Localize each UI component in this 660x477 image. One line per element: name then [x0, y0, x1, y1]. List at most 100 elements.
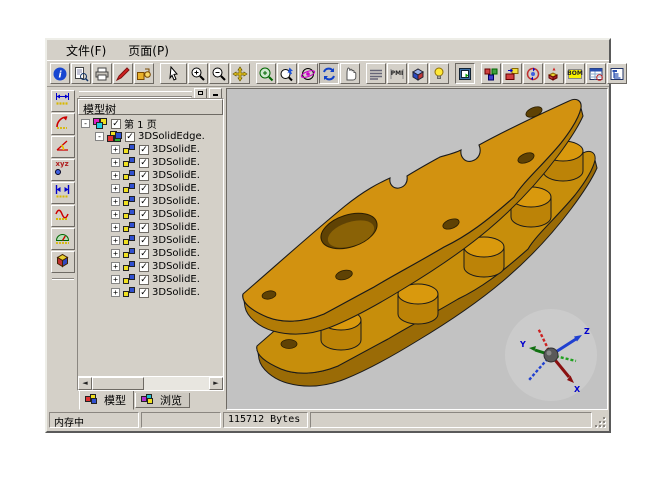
tree-label[interactable]: 3DSolidE. — [152, 248, 200, 259]
checkbox-checked[interactable]: ✓ — [139, 197, 149, 207]
expand-icon[interactable]: + — [111, 184, 120, 193]
dim-radius-button[interactable] — [51, 113, 75, 135]
move-part-button[interactable] — [502, 63, 522, 84]
tree-row-assembly[interactable]: - ✓ 3DSolidEdge. — [78, 130, 223, 143]
lighting-button[interactable] — [429, 63, 449, 84]
tree-row-solid[interactable]: + ✓ 3DSolidE. — [78, 286, 223, 299]
tree-label[interactable]: 第 1 页 — [124, 116, 157, 131]
tree-label[interactable]: 3DSolidEdge. — [138, 131, 205, 142]
expand-icon[interactable]: + — [111, 262, 120, 271]
axis-indicator[interactable]: Z X Y — [505, 309, 597, 401]
checkbox-checked[interactable]: ✓ — [139, 171, 149, 181]
export-button[interactable] — [134, 63, 154, 84]
assembly-parts-button[interactable] — [481, 63, 501, 84]
bom-button[interactable]: BOM — [565, 63, 585, 84]
dim-coordinate-button[interactable]: xyz — [51, 159, 75, 181]
tree-row-solid[interactable]: + ✓ 3DSolidE. — [78, 182, 223, 195]
checkbox-checked[interactable]: ✓ — [139, 184, 149, 194]
pane-gripper[interactable] — [77, 88, 224, 98]
dim-distance-button[interactable] — [51, 182, 75, 204]
dim-curve-button[interactable] — [51, 205, 75, 227]
checkbox-checked[interactable]: ✓ — [139, 145, 149, 155]
pan-button[interactable] — [230, 63, 250, 84]
tree-row-solid[interactable]: + ✓ 3DSolidE. — [78, 260, 223, 273]
checkbox-checked[interactable]: ✓ — [139, 158, 149, 168]
tab-browse[interactable]: 浏览 — [135, 393, 190, 408]
tree-label[interactable]: 3DSolidE. — [152, 287, 200, 298]
scroll-thumb[interactable] — [92, 377, 144, 390]
zoom-out-button[interactable] — [209, 63, 229, 84]
parts-list-button[interactable] — [586, 63, 606, 84]
tree-row-solid[interactable]: + ✓ 3DSolidE. — [78, 247, 223, 260]
tree-row-solid[interactable]: + ✓ 3DSolidE. — [78, 156, 223, 169]
tree-label[interactable]: 3DSolidE. — [152, 222, 200, 233]
checkbox-checked[interactable]: ✓ — [139, 249, 149, 259]
tree-row-solid[interactable]: + ✓ 3DSolidE. — [78, 169, 223, 182]
checkbox-checked[interactable]: ✓ — [139, 210, 149, 220]
tree-row-solid[interactable]: + ✓ 3DSolidE. — [78, 208, 223, 221]
markup-pen-button[interactable] — [113, 63, 133, 84]
solid-box-button[interactable] — [51, 251, 75, 273]
layers-button[interactable] — [366, 63, 386, 84]
expand-icon[interactable]: + — [111, 223, 120, 232]
expand-icon[interactable]: + — [111, 249, 120, 258]
rotate-view-button[interactable] — [298, 63, 318, 84]
tree-row-solid[interactable]: + ✓ 3DSolidE. — [78, 273, 223, 286]
tree-label[interactable]: 3DSolidE. — [152, 157, 200, 168]
structure-tree-button[interactable] — [607, 63, 627, 84]
tree-label[interactable]: 3DSolidE. — [152, 261, 200, 272]
tree-label[interactable]: 3DSolidE. — [152, 274, 200, 285]
tree-label[interactable]: 3DSolidE. — [152, 209, 200, 220]
menu-file[interactable]: 文件(F) — [57, 40, 115, 61]
expand-icon[interactable]: + — [111, 171, 120, 180]
checkbox-checked[interactable]: ✓ — [139, 275, 149, 285]
scroll-track[interactable] — [92, 377, 209, 390]
resize-grip[interactable] — [594, 413, 607, 428]
checkbox-checked[interactable]: ✓ — [139, 288, 149, 298]
model-tree[interactable]: - ✓ 第 1 页 - ✓ 3DSolidEdge — [78, 115, 223, 376]
expand-icon[interactable]: + — [111, 288, 120, 297]
print-preview-button[interactable] — [71, 63, 91, 84]
checkbox-checked[interactable]: ✓ — [125, 132, 135, 142]
tree-hscrollbar[interactable]: ◄ ► — [78, 376, 223, 390]
checkbox-checked[interactable]: ✓ — [139, 262, 149, 272]
rotate-part-button[interactable] — [523, 63, 543, 84]
tree-label[interactable]: 3DSolidE. — [152, 183, 200, 194]
select-cursor-button[interactable] — [160, 63, 187, 84]
print-button[interactable] — [92, 63, 112, 84]
tree-row-page[interactable]: - ✓ 第 1 页 — [78, 117, 223, 130]
notebook-button[interactable] — [455, 63, 475, 84]
checkbox-checked[interactable]: ✓ — [139, 223, 149, 233]
dim-gauge-button[interactable] — [51, 228, 75, 250]
expand-icon[interactable]: + — [111, 275, 120, 284]
tree-label[interactable]: 3DSolidE. — [152, 144, 200, 155]
checkbox-checked[interactable]: ✓ — [139, 236, 149, 246]
menu-page[interactable]: 页面(P) — [119, 40, 178, 61]
scroll-right-button[interactable]: ► — [209, 377, 223, 390]
expand-icon[interactable]: + — [111, 145, 120, 154]
pan-hand-button[interactable] — [340, 63, 360, 84]
explode-button[interactable] — [544, 63, 564, 84]
collapse-icon[interactable]: - — [95, 132, 104, 141]
zoom-window-button[interactable] — [256, 63, 276, 84]
tree-row-solid[interactable]: + ✓ 3DSolidE. — [78, 221, 223, 234]
dim-angle-button[interactable] — [51, 136, 75, 158]
tree-row-solid[interactable]: + ✓ 3DSolidE. — [78, 234, 223, 247]
tree-row-solid[interactable]: + ✓ 3DSolidE. — [78, 143, 223, 156]
zoom-dynamic-button[interactable] — [277, 63, 297, 84]
refresh-button[interactable] — [319, 63, 339, 84]
zoom-in-button[interactable] — [188, 63, 208, 84]
restore-pane-button[interactable] — [194, 88, 207, 99]
expand-icon[interactable]: + — [111, 210, 120, 219]
hide-pane-button[interactable] — [209, 88, 222, 99]
tree-row-solid[interactable]: + ✓ 3DSolidE. — [78, 195, 223, 208]
view-orientation-button[interactable] — [408, 63, 428, 84]
tree-label[interactable]: 3DSolidE. — [152, 170, 200, 181]
tree-label[interactable]: 3DSolidE. — [152, 196, 200, 207]
tab-model[interactable]: 模型 — [79, 391, 134, 410]
pmi-button[interactable]: PMI — [387, 63, 407, 84]
viewport-3d[interactable]: Z X Y — [226, 88, 608, 410]
expand-icon[interactable]: + — [111, 197, 120, 206]
tree-label[interactable]: 3DSolidE. — [152, 235, 200, 246]
collapse-icon[interactable]: - — [81, 119, 90, 128]
